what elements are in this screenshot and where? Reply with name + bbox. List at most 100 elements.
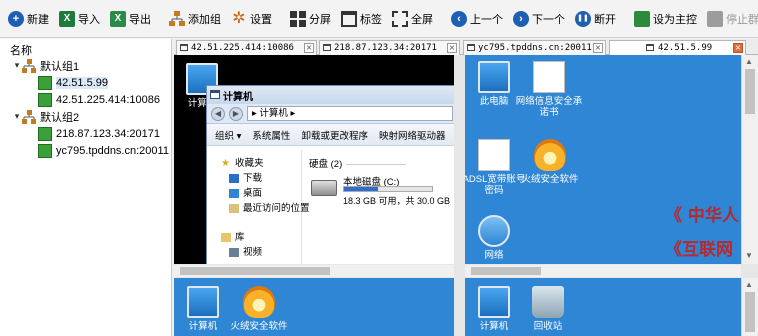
drive-c[interactable]: 本地磁盘 (C:) 18.3 GB 可用，共 30.0 GB [311, 174, 454, 206]
menu-item[interactable]: 组织 ▾ [215, 128, 241, 142]
remote-screen-top-right[interactable]: 此电脑 网络信息安全承诺书 ADSL宽带账号密码 火绒安全软件 网络 《 中华人… [465, 55, 741, 264]
tree-item-label: 42.51.225.414:10086 [56, 93, 160, 106]
wallpaper-text: 《 中华人 [665, 206, 739, 226]
tree-item-host[interactable]: 42.51.225.414:10086 [0, 91, 171, 108]
disconnect-button[interactable]: ❚❚ 断开 [571, 5, 622, 33]
session-tabs: 42.51.225.414:10086 × 218.87.123.34:2017… [174, 39, 758, 55]
drive-free-space: 18.3 GB 可用，共 30.0 GB [343, 196, 451, 206]
menu-item[interactable]: 映射网络驱动器 [379, 128, 446, 142]
vertical-scrollbar[interactable]: ▲ [741, 278, 758, 336]
import-button[interactable]: X 导入 [55, 5, 106, 33]
fullscreen-button[interactable]: 全屏 [388, 5, 439, 33]
pane-splitter-vertical[interactable] [454, 55, 465, 336]
nav-item-videos[interactable]: 视频 [207, 245, 301, 260]
connection-tree: 名称 ▾ 默认组1 42.51.5.99 42.51.225.414:10086… [0, 39, 172, 336]
computer-icon [38, 75, 52, 90]
remote-screen-bottom-left[interactable]: 计算机 火绒安全软件 [174, 278, 454, 336]
menu-item[interactable]: 系统属性 [252, 128, 290, 142]
tab-session-active[interactable]: 42.51.5.99 × [609, 40, 746, 55]
main-toolbar: + 新建 X 导入 X 导出 添加组 ✲ 设置 分屏 标签 全屏 ‹ 上一个 ›… [0, 0, 758, 38]
horizontal-scrollbar[interactable] [174, 265, 454, 277]
explorer-window[interactable]: 计算机 ◀ ▶ ▸ 计算机 ▸ 组织 ▾ 系统属性 卸载或更改程序 映射网络驱动… [206, 85, 454, 264]
menu-item[interactable]: 卸载或更改程序 [301, 128, 368, 142]
tree-item-label: yc795.tpddns.cn:20011 [56, 144, 169, 157]
nav-item-recent[interactable]: 最近访问的位置 [207, 201, 310, 216]
scroll-thumb[interactable] [180, 267, 330, 275]
tab-session[interactable]: yc795.tpddns.cn:20011 × [463, 40, 606, 55]
gear-icon: ✲ [232, 9, 246, 27]
close-icon[interactable]: × [304, 43, 314, 53]
tree-item-label: 218.87.123.34:20171 [56, 127, 160, 140]
nav-item-favorites[interactable]: ★ 收藏夹 [207, 156, 301, 171]
tree-item-host[interactable]: yc795.tpddns.cn:20011 [0, 142, 171, 159]
desktop-icon-network[interactable]: 网络 [465, 215, 529, 261]
previous-button[interactable]: ‹ 上一个 [447, 5, 509, 33]
desktop-icon-antivirus[interactable]: 火绒安全软件 [515, 139, 585, 185]
stop-group-control-button[interactable]: 停止群控 [703, 5, 758, 33]
desktop-icon-recycle-bin[interactable]: 回收站 [513, 286, 583, 332]
network-icon [478, 215, 510, 247]
tree-group-1[interactable]: ▾ 默认组1 [0, 57, 171, 74]
remote-screen-bottom-right[interactable]: 计算机 回收站 [465, 278, 741, 336]
drive-group-header[interactable]: 硬盘 (2) [309, 156, 454, 170]
new-button[interactable]: + 新建 [4, 5, 55, 33]
address-input[interactable]: ▸ 计算机 ▸ [247, 106, 453, 121]
tree-group-label: 默认组1 [40, 60, 80, 73]
document-icon [478, 139, 510, 171]
explorer-titlebar[interactable]: 计算机 [207, 86, 454, 104]
network-group-icon [22, 109, 36, 124]
vertical-scrollbar[interactable]: ▲ ▼ [741, 55, 758, 264]
plus-circle-icon: + [8, 10, 24, 27]
tab-session[interactable]: 218.87.123.34:20171 × [319, 40, 460, 55]
tree-item-host[interactable]: 42.51.5.99 [0, 74, 171, 91]
add-group-button[interactable]: 添加组 [165, 5, 227, 33]
scroll-up-icon[interactable]: ▲ [745, 57, 753, 66]
explorer-content: 硬盘 (2) 本地磁盘 (C:) 18.3 GB 可用，共 30.0 GB [303, 150, 454, 264]
chevron-down-icon[interactable]: ▾ [12, 60, 22, 71]
set-master-icon [634, 10, 650, 27]
computer-icon [38, 92, 52, 107]
hard-drive-icon [311, 180, 337, 196]
forward-icon[interactable]: ▶ [229, 106, 243, 121]
desktop-icon [229, 189, 239, 198]
chevron-down-icon[interactable]: ▾ [12, 111, 22, 122]
scroll-thumb[interactable] [745, 69, 755, 114]
nav-item-downloads[interactable]: 下载 [207, 171, 301, 186]
excel-import-icon: X [59, 10, 75, 27]
remote-screen-top-left[interactable]: 计算机 计算机 ◀ ▶ ▸ 计算机 ▸ 组织 ▾ 系统属性 卸载或更改程序 映射… [174, 55, 454, 264]
nav-item-libraries[interactable]: 库 [207, 230, 301, 245]
split-screen-icon [290, 10, 306, 27]
export-button[interactable]: X 导出 [106, 5, 157, 33]
window-icon [646, 44, 654, 51]
arrow-left-circle-icon: ‹ [451, 10, 467, 27]
nav-item-desktop[interactable]: 桌面 [207, 186, 301, 201]
scroll-up-icon[interactable]: ▲ [745, 280, 753, 289]
flame-shield-icon [534, 139, 566, 171]
back-icon[interactable]: ◀ [211, 106, 225, 121]
close-icon[interactable]: × [593, 43, 603, 53]
recent-places-icon [229, 204, 239, 213]
tab-session[interactable]: 42.51.225.414:10086 × [176, 40, 317, 55]
horizontal-scrollbar[interactable] [465, 265, 741, 277]
document-icon [533, 61, 565, 93]
tree-item-host[interactable]: 218.87.123.34:20171 [0, 125, 171, 142]
video-folder-icon [229, 248, 239, 257]
window-icon [323, 44, 331, 51]
settings-button[interactable]: ✲ 设置 [227, 5, 278, 33]
desktop-icon-document[interactable]: 网络信息安全承诺书 [513, 61, 585, 118]
close-icon[interactable]: × [733, 43, 743, 53]
fullscreen-icon [392, 10, 408, 27]
tree-group-2[interactable]: ▾ 默认组2 [0, 108, 171, 125]
set-master-button[interactable]: 设为主控 [630, 5, 703, 33]
close-icon[interactable]: × [447, 43, 457, 53]
split-screen-button[interactable]: 分屏 [286, 5, 337, 33]
desktop-icon-antivirus[interactable]: 火绒安全软件 [222, 286, 296, 332]
excel-export-icon: X [110, 10, 126, 27]
scroll-thumb[interactable] [745, 292, 755, 332]
tree-header: 名称 [10, 45, 32, 57]
tabs-button[interactable]: 标签 [337, 5, 388, 33]
scroll-thumb[interactable] [471, 267, 541, 275]
scroll-down-icon[interactable]: ▼ [745, 251, 753, 260]
tree-item-label: 42.51.5.99 [56, 76, 108, 89]
next-button[interactable]: › 下一个 [509, 5, 571, 33]
